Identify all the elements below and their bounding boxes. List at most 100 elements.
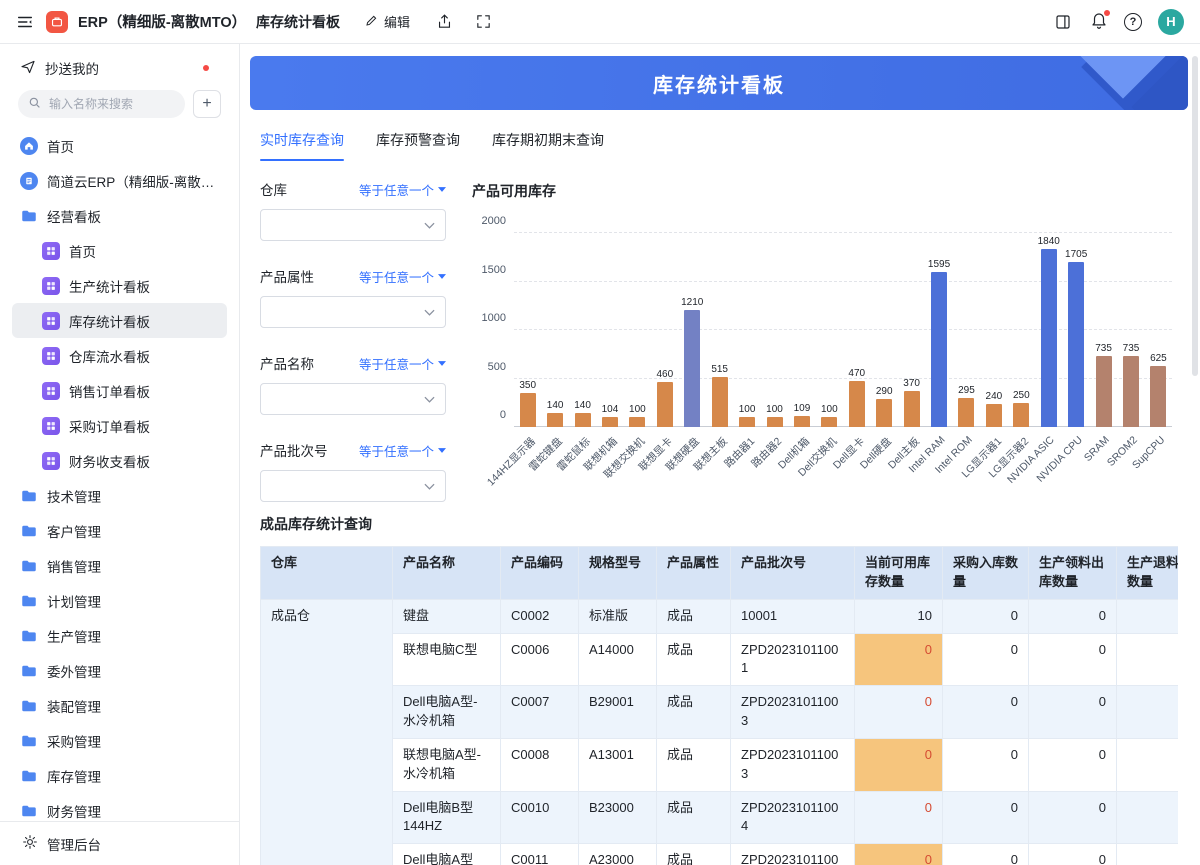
table-cell: ZPD20231011003 bbox=[730, 685, 855, 739]
bar[interactable] bbox=[931, 272, 948, 427]
filter-select[interactable] bbox=[260, 383, 446, 415]
filter-select[interactable] bbox=[260, 470, 446, 502]
fullscreen-icon[interactable] bbox=[473, 11, 494, 32]
tab[interactable]: 库存预警查询 bbox=[376, 130, 460, 161]
dashboard-banner: 库存统计看板 bbox=[250, 56, 1188, 110]
bar[interactable] bbox=[547, 413, 564, 427]
sidebar-item[interactable]: 采购订单看板 bbox=[12, 408, 227, 443]
sidebar-collapse-icon[interactable] bbox=[14, 11, 36, 33]
sidebar-item-label: 生产统计看板 bbox=[69, 279, 150, 295]
sidebar-item[interactable]: 财务管理 bbox=[12, 793, 227, 821]
table-cell: 0 bbox=[1116, 598, 1178, 634]
sidebar-item[interactable]: 生产管理 bbox=[12, 618, 227, 653]
tab-bar: 实时库存查询 库存预警查询 库存期初期末查询 bbox=[250, 122, 1188, 161]
table-cell: 0 bbox=[942, 737, 1029, 792]
app-title: ERP（精细版-离散MTO） bbox=[78, 15, 247, 31]
sidebar-item[interactable]: 财务收支看板 bbox=[12, 443, 227, 478]
sidebar-item[interactable]: 简道云ERP（精细版-离散MT... bbox=[12, 163, 227, 198]
notification-bell-icon[interactable] bbox=[1090, 10, 1110, 32]
bar[interactable] bbox=[876, 398, 893, 427]
cc-to-me-item[interactable]: 抄送我的 bbox=[12, 52, 227, 84]
folder-icon bbox=[20, 522, 38, 540]
sidebar-item[interactable]: 计划管理 bbox=[12, 583, 227, 618]
sidebar-item[interactable]: 销售订单看板 bbox=[12, 373, 227, 408]
table-cell: ZPD20231011001 bbox=[730, 632, 855, 687]
table-cell: C0007 bbox=[500, 685, 579, 739]
bar[interactable] bbox=[711, 377, 728, 427]
bar[interactable] bbox=[848, 381, 865, 427]
filter-select[interactable] bbox=[260, 209, 446, 241]
sidebar-item[interactable]: 委外管理 bbox=[12, 653, 227, 688]
bar[interactable] bbox=[574, 413, 591, 427]
sidebar-item[interactable]: 销售管理 bbox=[12, 548, 227, 583]
column-header: 仓库 bbox=[260, 546, 393, 600]
sidebar-item-label: 计划管理 bbox=[47, 594, 101, 610]
sidebar-item[interactable]: 仓库流水看板 bbox=[12, 338, 227, 373]
bar[interactable] bbox=[1122, 355, 1139, 427]
bar[interactable] bbox=[656, 382, 673, 427]
bar[interactable] bbox=[1095, 355, 1112, 427]
bar[interactable] bbox=[1150, 366, 1167, 427]
table-row: Dell电脑B型 144HZ C0010 B23000 成品 ZPD2023101100… bbox=[261, 790, 1178, 845]
sidebar-item[interactable]: 装配管理 bbox=[12, 688, 227, 723]
tab[interactable]: 实时库存查询 bbox=[260, 130, 344, 161]
bar[interactable] bbox=[1013, 402, 1030, 427]
filter-operator-link[interactable]: 等于任意一个 bbox=[359, 441, 446, 460]
bar[interactable] bbox=[793, 416, 810, 427]
table-cell: C0002 bbox=[500, 598, 579, 634]
sidebar-item[interactable]: 库存管理 bbox=[12, 758, 227, 793]
bar[interactable] bbox=[519, 393, 536, 427]
tab[interactable]: 库存期初期末查询 bbox=[492, 130, 604, 161]
table-cell: 0 bbox=[1116, 790, 1178, 845]
table-cell: 0 bbox=[1028, 737, 1117, 792]
table-cell: 0 bbox=[942, 632, 1029, 687]
add-button[interactable]: + bbox=[193, 90, 221, 118]
avatar[interactable]: H bbox=[1158, 8, 1184, 35]
table-row: Dell电脑A型 144HZC0011A23000成品ZPD2023101100… bbox=[261, 843, 1178, 865]
sidebar-item[interactable]: 采购管理 bbox=[12, 723, 227, 758]
bar[interactable] bbox=[684, 309, 701, 427]
bar[interactable] bbox=[1068, 261, 1085, 427]
bar[interactable] bbox=[1040, 248, 1057, 427]
table-row: 成品仓键盘C0002标准版成品1000110000 bbox=[260, 598, 1178, 865]
device-panel-icon[interactable] bbox=[1052, 11, 1074, 33]
filter-group: 仓库 等于任意一个 bbox=[260, 179, 446, 241]
filter-operator-link[interactable]: 等于任意一个 bbox=[359, 354, 446, 373]
bar[interactable] bbox=[601, 416, 618, 427]
filter-operator-link[interactable]: 等于任意一个 bbox=[359, 267, 446, 286]
bar[interactable] bbox=[985, 403, 1002, 427]
bar[interactable] bbox=[821, 417, 838, 427]
sidebar-item[interactable]: 库存统计看板 bbox=[12, 303, 227, 338]
bar-value-label: 109 bbox=[793, 403, 811, 415]
bar[interactable] bbox=[739, 417, 756, 427]
edit-button[interactable]: 编辑 bbox=[358, 11, 416, 32]
main-content: 库存统计看板 实时库存查询 库存预警查询 库存期初期末查询 仓库 等于任意一个 产品属性… bbox=[240, 44, 1200, 865]
sidebar-item-label: 财务管理 bbox=[47, 804, 101, 820]
share-icon[interactable] bbox=[434, 11, 455, 32]
sidebar-item[interactable]: 客户管理 bbox=[12, 513, 227, 548]
scrollbar-thumb[interactable] bbox=[1192, 56, 1198, 376]
table-cell: 0 bbox=[942, 685, 1029, 739]
filter-operator-link[interactable]: 等于任意一个 bbox=[359, 180, 446, 199]
sidebar-item[interactable]: 首页 bbox=[12, 233, 227, 268]
filter-select[interactable] bbox=[260, 296, 446, 328]
sidebar-item[interactable]: 技术管理 bbox=[12, 478, 227, 513]
table-section: 成品库存统计查询 仓库 产品名称 产品编码 规格型号 产品属性 产品批次号 当前可用库存数量… bbox=[250, 502, 1188, 865]
bar[interactable] bbox=[766, 417, 783, 427]
search-box[interactable] bbox=[18, 90, 185, 118]
bar[interactable] bbox=[629, 417, 646, 427]
table-cell: 0 bbox=[854, 790, 943, 845]
search-input[interactable] bbox=[47, 96, 175, 112]
bar[interactable] bbox=[903, 391, 920, 427]
help-icon[interactable]: ? bbox=[1124, 12, 1142, 31]
admin-backend-item[interactable]: 管理后台 bbox=[0, 821, 239, 865]
column-header: 采购入库数量 bbox=[942, 546, 1029, 600]
sidebar-item[interactable]: 首页 bbox=[12, 128, 227, 163]
sidebar-item[interactable]: 生产统计看板 bbox=[12, 268, 227, 303]
bar[interactable] bbox=[958, 398, 975, 427]
banner-title: 库存统计看板 bbox=[653, 74, 785, 97]
sidebar-item[interactable]: 经营看板 bbox=[12, 198, 227, 233]
table-cell: 0 bbox=[1116, 632, 1178, 687]
home-icon bbox=[20, 136, 38, 155]
folder-icon bbox=[20, 732, 38, 750]
